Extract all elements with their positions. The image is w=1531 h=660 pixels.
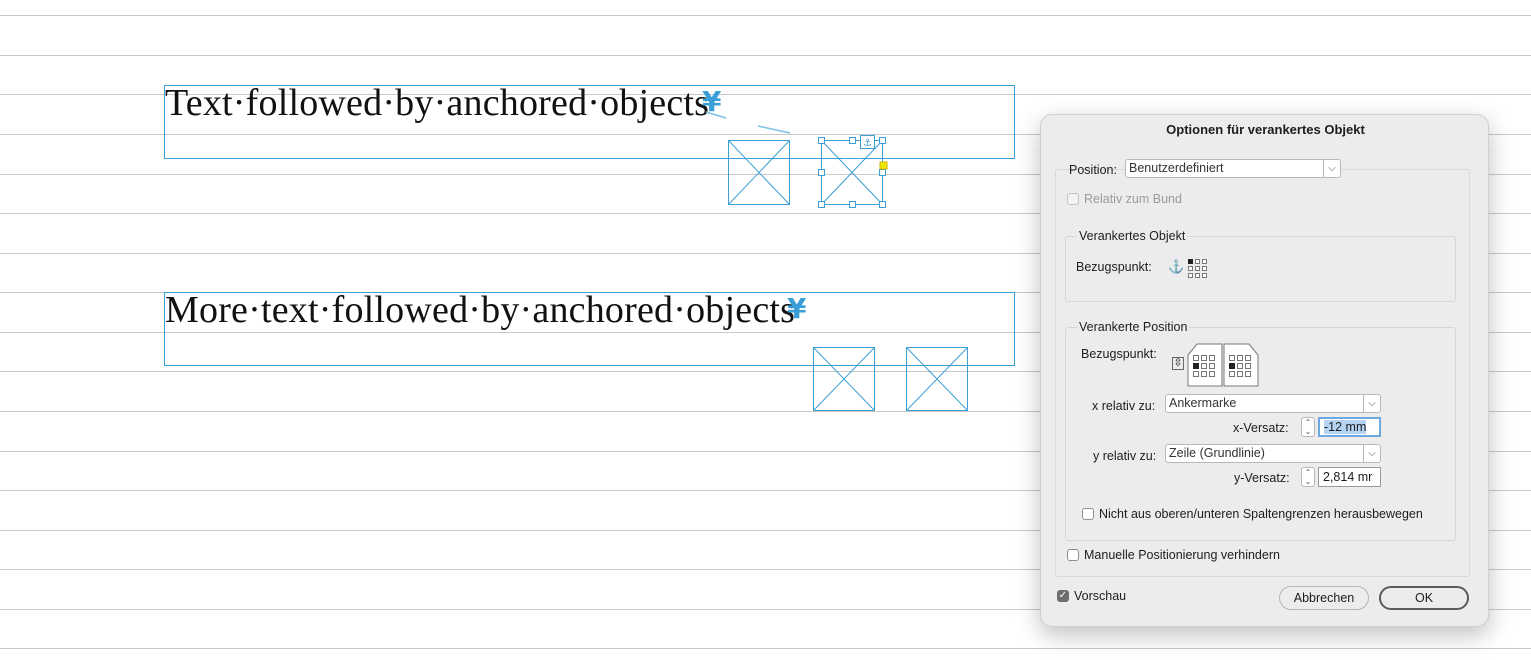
anchor-icon: ⚓ bbox=[1168, 259, 1185, 274]
preview-label: Vorschau bbox=[1074, 589, 1127, 603]
prevent-manual-positioning-label: Manuelle Positionierung verhindern bbox=[1084, 548, 1280, 562]
right-page-reference-grid[interactable] bbox=[1229, 355, 1251, 377]
chevron-down-icon: ⌵ bbox=[1363, 395, 1380, 412]
x-offset-value: -12 mm bbox=[1324, 420, 1367, 434]
position-label: Position: bbox=[1069, 163, 1117, 177]
prevent-manual-positioning-checkbox[interactable] bbox=[1067, 549, 1079, 561]
anchored-graphic-frame-4[interactable] bbox=[906, 347, 968, 411]
spread-reference-icon: ⇳ bbox=[1172, 357, 1184, 370]
anchored-graphic-frame-1[interactable] bbox=[728, 140, 790, 205]
anchor-marker-2[interactable]: ¥ bbox=[787, 295, 806, 323]
chevron-down-icon: ⌵ bbox=[1323, 160, 1340, 177]
baseline-grid-line bbox=[0, 55, 1531, 56]
baseline-grid-line bbox=[0, 15, 1531, 16]
keep-within-column-checkbox[interactable] bbox=[1082, 508, 1094, 520]
relative-to-spine-checkbox[interactable] bbox=[1067, 193, 1079, 205]
svg-text:⚓: ⚓ bbox=[863, 138, 872, 149]
y-offset-label: y-Versatz: bbox=[1234, 471, 1290, 485]
y-relative-select-value: Zeile (Grundlinie) bbox=[1169, 446, 1265, 460]
text-line-1[interactable]: Text·followed·by·anchored·objects bbox=[165, 84, 709, 122]
anchor-link-line bbox=[705, 111, 791, 134]
preview-checkbox[interactable]: ✓ bbox=[1057, 590, 1069, 602]
position-select[interactable]: Benutzerdefiniert ⌵ bbox=[1125, 159, 1341, 178]
text-line-2[interactable]: More·text·followed·by·anchored·objects bbox=[165, 291, 795, 329]
anchored-object-options-dialog[interactable]: Optionen für verankertes Objekt Position… bbox=[1040, 114, 1489, 627]
anchored-graphic-frame-3[interactable] bbox=[813, 347, 875, 411]
chevron-down-icon: ⌵ bbox=[1363, 445, 1380, 462]
y-relative-select[interactable]: Zeile (Grundlinie) ⌵ bbox=[1165, 444, 1381, 463]
anchored-graphic-frame-selected[interactable]: ⚓ bbox=[818, 135, 890, 209]
relative-to-spine-label: Relativ zum Bund bbox=[1084, 192, 1182, 206]
y-offset-stepper[interactable]: ⌃ ⌄ bbox=[1301, 467, 1315, 487]
y-offset-input[interactable]: 2,814 mr bbox=[1318, 467, 1381, 487]
position-reference-point-label: Bezugspunkt: bbox=[1081, 347, 1157, 361]
y-relative-label: y relativ zu: bbox=[1093, 449, 1157, 463]
x-relative-select[interactable]: Ankermarke ⌵ bbox=[1165, 394, 1381, 413]
x-offset-input[interactable]: -12 mm bbox=[1318, 417, 1381, 437]
position-select-value: Benutzerdefiniert bbox=[1129, 161, 1224, 175]
ok-button[interactable]: OK bbox=[1379, 586, 1469, 610]
x-relative-select-value: Ankermarke bbox=[1169, 396, 1237, 410]
x-offset-label: x-Versatz: bbox=[1233, 421, 1289, 435]
anchored-position-group-title: Verankerte Position bbox=[1077, 320, 1190, 334]
y-offset-value: 2,814 mr bbox=[1323, 470, 1373, 484]
cancel-button[interactable]: Abbrechen bbox=[1279, 586, 1369, 610]
anchored-object-group-title: Verankertes Objekt bbox=[1077, 229, 1188, 243]
object-reference-point-selector[interactable] bbox=[1188, 259, 1207, 278]
keep-within-column-label: Nicht aus oberen/unteren Spaltengrenzen … bbox=[1099, 507, 1423, 521]
baseline-grid-line bbox=[0, 648, 1531, 649]
x-offset-stepper[interactable]: ⌃ ⌄ bbox=[1301, 417, 1315, 437]
dialog-title: Optionen für verankertes Objekt bbox=[1166, 122, 1365, 137]
position-reference-point-selector[interactable] bbox=[1187, 343, 1259, 387]
x-relative-label: x relativ zu: bbox=[1092, 399, 1156, 413]
object-reference-point-label: Bezugspunkt: bbox=[1076, 260, 1152, 274]
left-page-reference-grid[interactable] bbox=[1193, 355, 1215, 377]
